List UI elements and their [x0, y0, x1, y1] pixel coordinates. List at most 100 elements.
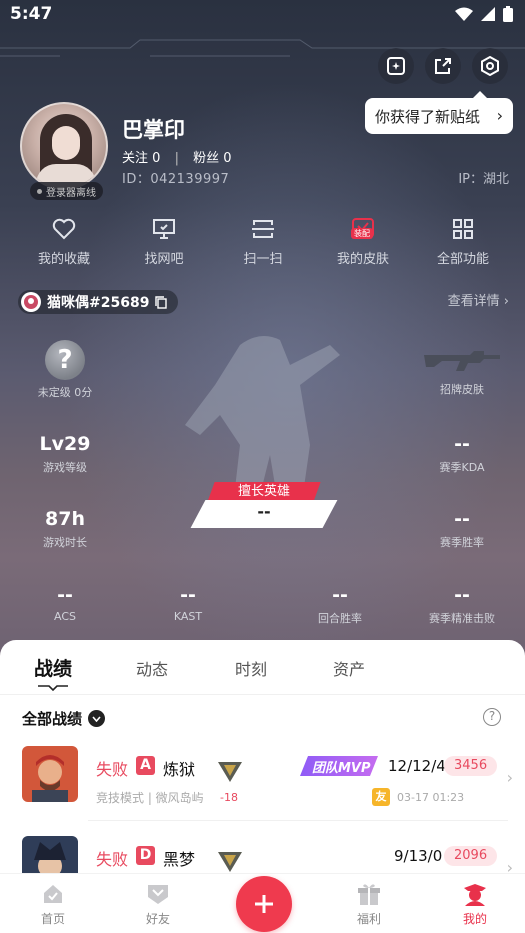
divider: |	[174, 151, 179, 166]
plus-icon	[255, 895, 273, 913]
status-dot	[37, 188, 42, 194]
tab-records[interactable]: 战绩	[34, 654, 72, 681]
chevron-down-icon	[88, 710, 106, 727]
game-id-tag[interactable]: 猫咪偶#25689	[18, 290, 179, 314]
friends-icon	[148, 885, 168, 904]
match-kda: 9/13/0	[394, 847, 443, 865]
quick-action-label: 我的收藏	[37, 252, 90, 267]
help-icon[interactable]: ?	[483, 708, 501, 726]
chevron-right-icon: ›	[506, 768, 513, 787]
tab-moments[interactable]: 时刻	[235, 656, 267, 680]
tab-divider	[0, 694, 525, 695]
avatar[interactable]	[20, 102, 108, 190]
tooltip-text: 你获得了新贴纸	[375, 107, 481, 126]
stat-label: 游戏时长	[43, 536, 87, 549]
follow-stats: 关注 0 | 粉丝 0	[122, 147, 232, 166]
stat-value: Lv29	[39, 433, 91, 455]
quick-action-scan[interactable]: 扫一扫	[218, 216, 308, 267]
stat-rank[interactable]: ? 未定级 0分	[10, 340, 120, 400]
settings-button[interactable]	[472, 48, 508, 84]
gift-icon	[358, 884, 380, 905]
stat-label: KAST	[173, 610, 203, 623]
tab-bar: 战绩 动态 时刻 资产	[0, 640, 525, 694]
stat-value: --	[332, 584, 348, 606]
nav-welfare[interactable]: 福利	[329, 880, 409, 927]
login-status-text: 登录器离线	[46, 187, 96, 199]
sticker-icon	[387, 57, 405, 75]
status-icons	[455, 6, 513, 22]
home-icon	[44, 885, 62, 903]
records-filter[interactable]: 全部战绩	[22, 708, 106, 729]
stat-value: --	[454, 433, 470, 455]
follow-label[interactable]: 关注	[122, 151, 148, 166]
nav-profile[interactable]: 我的	[435, 880, 515, 927]
fans-count[interactable]: 0	[223, 151, 231, 166]
quick-action-label: 找网吧	[144, 252, 184, 267]
match-time: 03-17 01:23	[397, 791, 465, 804]
copy-icon[interactable]	[155, 295, 168, 309]
wifi-icon	[455, 7, 473, 21]
stat-value: --	[454, 584, 470, 606]
mvp-text: 团队MVP	[312, 761, 371, 776]
tab-assets[interactable]: 资产	[333, 656, 365, 680]
tab-indicator	[38, 685, 68, 692]
chevron-right-icon: ›	[503, 294, 509, 309]
quick-action-label: 我的皮肤	[336, 252, 389, 267]
best-hero-tag: 擅长英雄	[237, 484, 290, 499]
ip-location: IP：湖北	[458, 172, 509, 187]
quick-action-favorites[interactable]: 我的收藏	[19, 216, 109, 267]
match-mode: 竞技模式 | 微风岛屿	[96, 791, 204, 805]
nav-label: 好友	[145, 912, 170, 926]
stat-label: 未定级 0分	[37, 386, 93, 399]
stat-value: --	[57, 584, 73, 606]
nav-home[interactable]: 首页	[13, 880, 93, 927]
tab-feed[interactable]: 动态	[136, 656, 168, 680]
match-result: 失败	[96, 760, 129, 779]
quick-action-internet-cafe[interactable]: 找网吧	[119, 216, 209, 267]
match-score: 2096	[444, 846, 498, 866]
section-title: 全部战绩	[22, 710, 83, 728]
match-kda: 12/12/4	[388, 757, 446, 775]
stat-label: 招牌皮肤	[440, 383, 484, 396]
stat-level: Lv29 游戏等级	[10, 433, 120, 475]
best-hero-value[interactable]: --	[198, 502, 330, 521]
rank-tier-icon	[218, 852, 242, 872]
scan-icon	[252, 220, 274, 238]
stat-signature-skin[interactable]: 招牌皮肤	[407, 345, 517, 397]
view-details-link[interactable]: 查看详情 ›	[448, 290, 509, 309]
grade-badge: A	[136, 756, 155, 775]
stat-value: --	[180, 584, 196, 606]
user-id: ID：042139997	[122, 172, 230, 187]
stat-label: 游戏等级	[43, 461, 87, 474]
status-bar: 5:47	[0, 0, 525, 30]
mvp-badge: 团队MVP	[300, 754, 380, 778]
quick-action-all-features[interactable]: 全部功能	[418, 216, 508, 267]
sticker-tooltip[interactable]: 你获得了新贴纸 ›	[365, 91, 513, 134]
stat-round-winrate: -- 回合胜率	[285, 584, 395, 626]
stat-label: 回合胜率	[318, 612, 362, 625]
agent-avatar	[22, 746, 78, 802]
nav-label: 我的	[462, 912, 487, 926]
share-button[interactable]	[425, 48, 461, 84]
match-result: 失败	[96, 850, 129, 869]
stat-label: 赛季KDA	[439, 461, 485, 474]
match-row[interactable]: 失败 A 炼狱 -18 竞技模式 | 微风岛屿 团队MVP 12/12/4 34…	[0, 746, 525, 826]
stat-playtime: 87h 游戏时长	[10, 508, 120, 550]
match-score: 3456	[444, 756, 498, 776]
fans-label[interactable]: 粉丝	[193, 151, 219, 166]
stat-acs: -- ACS	[10, 584, 120, 623]
heart-icon	[52, 218, 76, 240]
stat-winrate: -- 赛季胜率	[407, 508, 517, 550]
rank-delta: -18	[220, 791, 238, 804]
create-post-button[interactable]	[236, 876, 292, 932]
quick-action-skins[interactable]: 装配 我的皮肤	[318, 216, 408, 267]
chevron-right-icon: ›	[496, 106, 503, 125]
stat-headshot: -- 赛季精准击败	[407, 584, 517, 626]
rifle-icon	[424, 351, 500, 371]
row-divider	[88, 820, 508, 821]
stat-label: 赛季精准击败	[429, 612, 495, 625]
nav-friends[interactable]: 好友	[118, 880, 198, 927]
sticker-button[interactable]	[378, 48, 414, 84]
view-details-text: 查看详情	[447, 294, 500, 309]
follow-count[interactable]: 0	[152, 151, 160, 166]
